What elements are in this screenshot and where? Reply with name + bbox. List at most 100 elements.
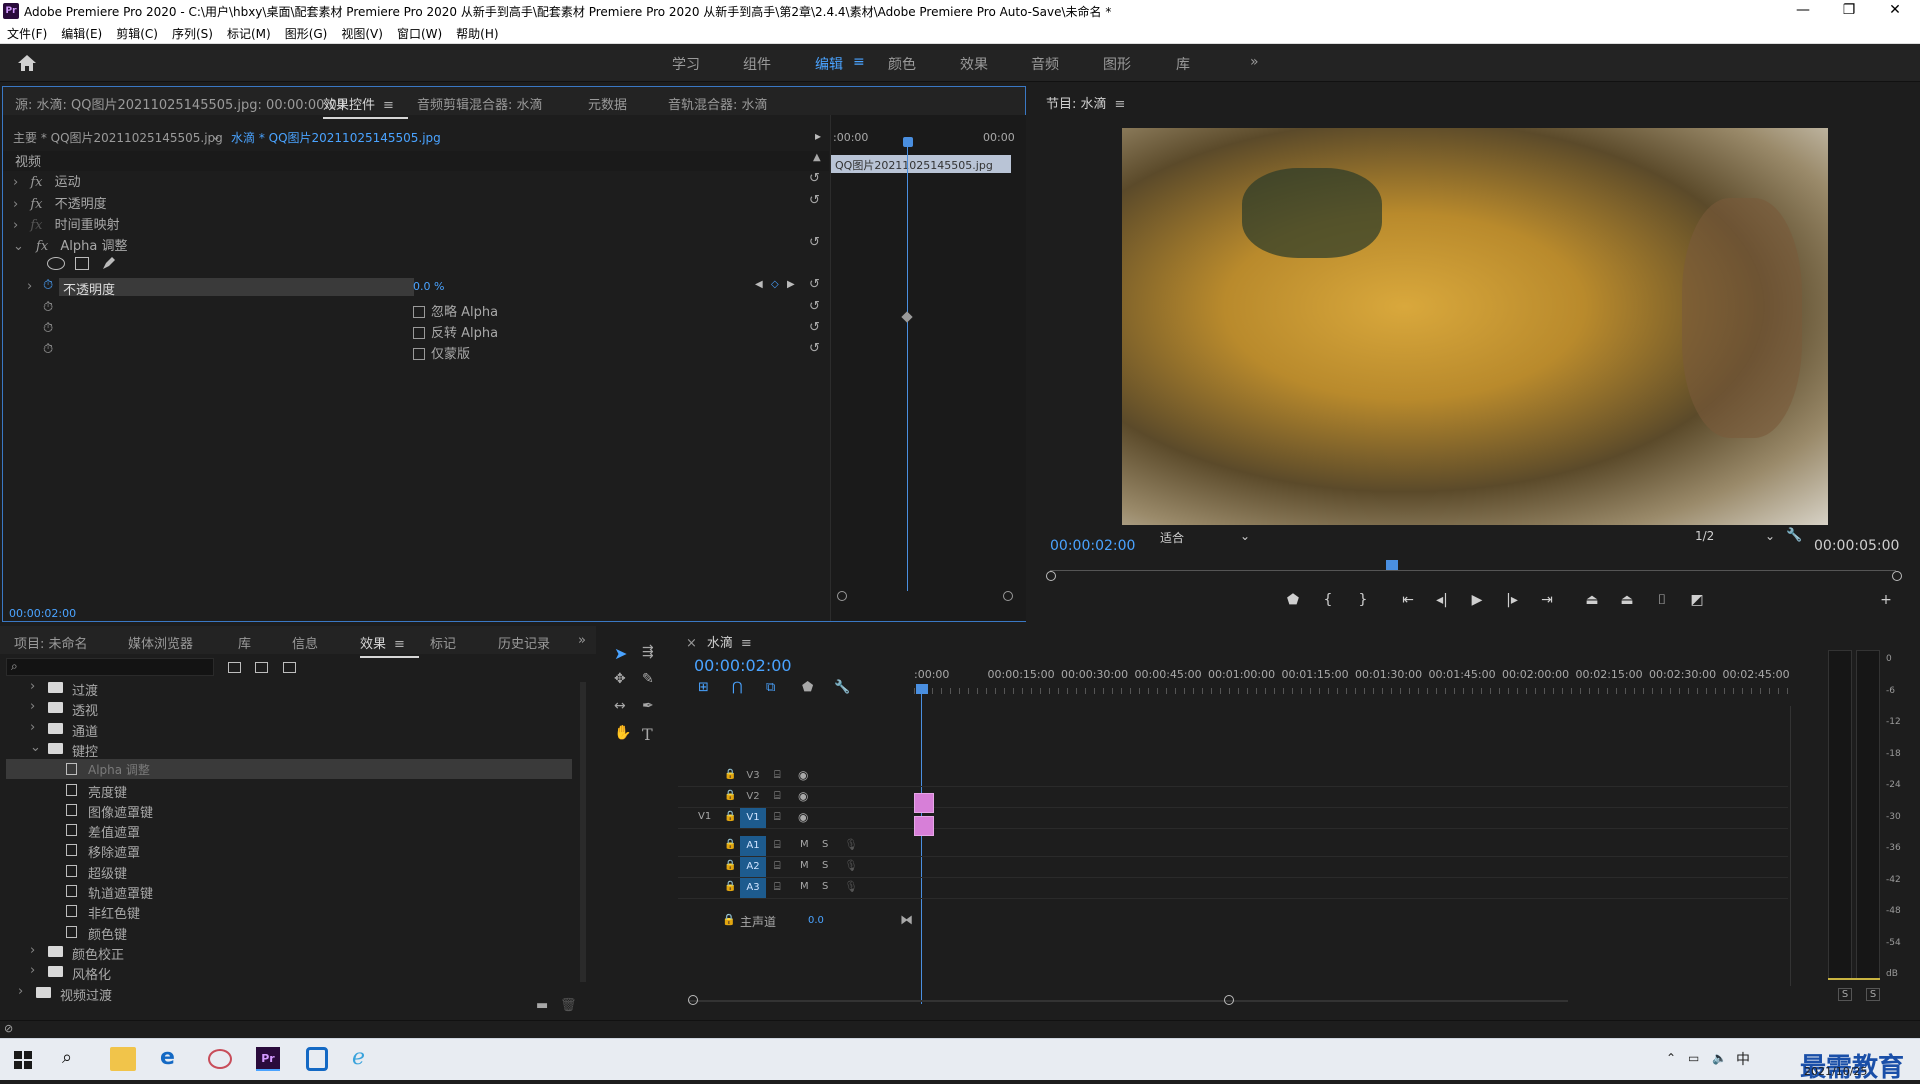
ie-icon[interactable]: ℯ <box>352 1045 365 1070</box>
collapse-arrow-icon[interactable]: ⌄ <box>13 239 24 254</box>
zoom-handle-left[interactable] <box>688 995 698 1005</box>
lift-icon[interactable]: ⏏ <box>1582 592 1602 608</box>
rectangle-mask-icon[interactable] <box>75 257 89 270</box>
reset-icon[interactable]: ↺ <box>809 235 820 250</box>
effect-row-opacity[interactable]: › fx 不透明度 <box>3 193 829 213</box>
lock-icon[interactable]: 🔒 <box>724 811 736 822</box>
effects-folder[interactable]: › 风格化 <box>6 962 572 983</box>
tab-media-browser[interactable]: 媒体浏览器 <box>128 633 193 652</box>
close-button[interactable]: ✕ <box>1872 0 1918 22</box>
stopwatch-icon[interactable]: ⏱ <box>43 342 53 357</box>
volume-icon[interactable]: 🔈 <box>1712 1051 1727 1065</box>
more-tabs-icon[interactable]: » <box>578 633 586 648</box>
snap-icon[interactable]: ⋂ <box>732 680 743 695</box>
panel-menu-icon[interactable]: ≡ <box>1115 97 1126 112</box>
sync-lock-icon[interactable]: ⌸ <box>774 859 781 873</box>
fx-icon[interactable]: fx <box>30 175 42 190</box>
file-explorer-icon[interactable] <box>110 1047 136 1071</box>
workspace-graphics[interactable]: 图形 <box>1103 54 1131 74</box>
expand-arrow-icon[interactable]: › <box>30 699 35 714</box>
track-select-tool-icon[interactable]: ⇶ <box>642 644 654 660</box>
tab-metadata[interactable]: 元数据 <box>588 94 627 113</box>
effects-item[interactable]: 轨道遮罩键 <box>6 881 572 902</box>
effects-item[interactable]: 超级键 <box>6 861 572 882</box>
vertical-scrollbar[interactable] <box>1790 706 1791 986</box>
export-frame-icon[interactable]: ⌷ <box>1652 592 1672 608</box>
mute-button[interactable]: M <box>800 839 809 850</box>
eye-icon[interactable]: ◉ <box>798 810 808 824</box>
clip-v1[interactable] <box>914 816 934 836</box>
tab-audio-clip-mixer[interactable]: 音频剪辑混合器: 水滴 <box>417 94 543 113</box>
sync-lock-icon[interactable]: ⌸ <box>774 810 781 824</box>
tab-info[interactable]: 信息 <box>292 633 318 652</box>
timeline-timecode[interactable]: 00:00:02:00 <box>694 656 792 675</box>
workspace-learn[interactable]: 学习 <box>672 54 700 74</box>
lock-icon[interactable]: 🔒 <box>724 790 736 801</box>
tab-markers[interactable]: 标记 <box>430 633 456 652</box>
comparison-view-icon[interactable]: ◩ <box>1687 592 1707 608</box>
master-volume-value[interactable]: 0.0 <box>808 915 824 926</box>
slip-tool-icon[interactable]: ↔ <box>614 698 626 714</box>
workspace-editing[interactable]: 编辑 <box>815 54 843 74</box>
track-target[interactable]: V2 <box>740 787 766 807</box>
effects-folder[interactable]: ⌄ 键控 <box>6 739 572 760</box>
reset-icon[interactable]: ↺ <box>809 277 820 292</box>
effects-folder[interactable]: › 通道 <box>6 719 572 740</box>
maximize-button[interactable]: ❐ <box>1826 0 1872 22</box>
effects-item[interactable]: 图像遮罩键 <box>6 800 572 821</box>
timeline-tab[interactable]: × 水滴 ≡ <box>686 632 752 651</box>
track-target[interactable]: A2 <box>740 857 766 877</box>
pen-tool-icon[interactable]: ✒ <box>642 698 654 714</box>
edge-icon[interactable]: e <box>160 1045 175 1070</box>
expand-arrow-icon[interactable]: › <box>30 679 35 694</box>
param-opacity-value[interactable]: 0.0 % <box>413 280 444 293</box>
add-keyframe-icon[interactable]: ◇ <box>771 279 779 290</box>
mute-button[interactable]: M <box>800 881 809 892</box>
pen-mask-icon[interactable] <box>101 255 117 271</box>
mask-only-checkbox[interactable]: 仅蒙版 <box>413 343 470 362</box>
app-icon[interactable] <box>306 1047 328 1071</box>
effects-folder[interactable]: › 过渡 <box>6 678 572 699</box>
panel-menu-icon[interactable]: ≡ <box>383 98 394 113</box>
expand-arrow-icon[interactable]: › <box>30 720 35 735</box>
type-tool-icon[interactable]: T <box>642 725 653 744</box>
32bit-effects-icon[interactable] <box>255 662 268 673</box>
effects-item[interactable]: 颜色键 <box>6 922 572 943</box>
keyframe-marker[interactable] <box>901 311 913 323</box>
wrench-icon[interactable]: 🔧 <box>834 680 850 695</box>
accelerated-effects-icon[interactable] <box>228 662 241 673</box>
expand-arrow-icon[interactable]: › <box>27 279 32 294</box>
menu-sequence[interactable]: 序列(S) <box>165 22 220 42</box>
program-playhead-timecode[interactable]: 00:00:02:00 <box>1050 538 1135 554</box>
invert-alpha-checkbox[interactable]: 反转 Alpha <box>413 322 498 341</box>
clip-v2[interactable] <box>914 793 934 813</box>
reset-icon[interactable]: ↺ <box>809 193 820 208</box>
zoom-handle-left[interactable] <box>1046 571 1056 581</box>
ignore-alpha-checkbox[interactable]: 忽略 Alpha <box>413 301 498 320</box>
go-to-out-icon[interactable]: ⇥ <box>1537 592 1557 608</box>
add-button-icon[interactable]: + <box>1876 592 1896 608</box>
prev-keyframe-icon[interactable]: ◀ <box>755 279 763 290</box>
effects-search-input[interactable]: ⌕ <box>6 658 214 676</box>
sync-lock-icon[interactable]: ⌸ <box>774 789 781 803</box>
minimize-button[interactable]: — <box>1780 0 1826 22</box>
effects-item[interactable]: 差值遮罩 <box>6 820 572 841</box>
chevron-down-icon[interactable]: ⌄ <box>211 129 221 143</box>
add-marker-icon[interactable]: ⬟ <box>802 680 813 695</box>
extract-icon[interactable]: ⏏ <box>1617 592 1637 608</box>
selection-tool-icon[interactable]: ➤ <box>614 644 627 663</box>
expand-arrow-icon[interactable]: › <box>18 984 23 999</box>
timeline-playhead-handle[interactable] <box>916 684 928 694</box>
sync-lock-icon[interactable]: ⌸ <box>774 768 781 782</box>
workspace-effects[interactable]: 效果 <box>960 54 988 74</box>
expand-arrow-icon[interactable]: › <box>30 943 35 958</box>
reset-icon[interactable]: ↺ <box>809 171 820 186</box>
solo-right-button[interactable]: S <box>1866 988 1880 1001</box>
stopwatch-icon[interactable]: ⏱ <box>43 300 53 315</box>
effects-folder[interactable]: › 视频过渡 <box>6 983 572 1004</box>
collapse-arrow-icon[interactable]: ⌄ <box>30 740 41 755</box>
tab-libraries[interactable]: 库 <box>238 633 251 652</box>
add-marker-icon[interactable]: ⬟ <box>1283 592 1303 608</box>
menu-window[interactable]: 窗口(W) <box>390 22 449 42</box>
solo-left-button[interactable]: S <box>1838 988 1852 1001</box>
